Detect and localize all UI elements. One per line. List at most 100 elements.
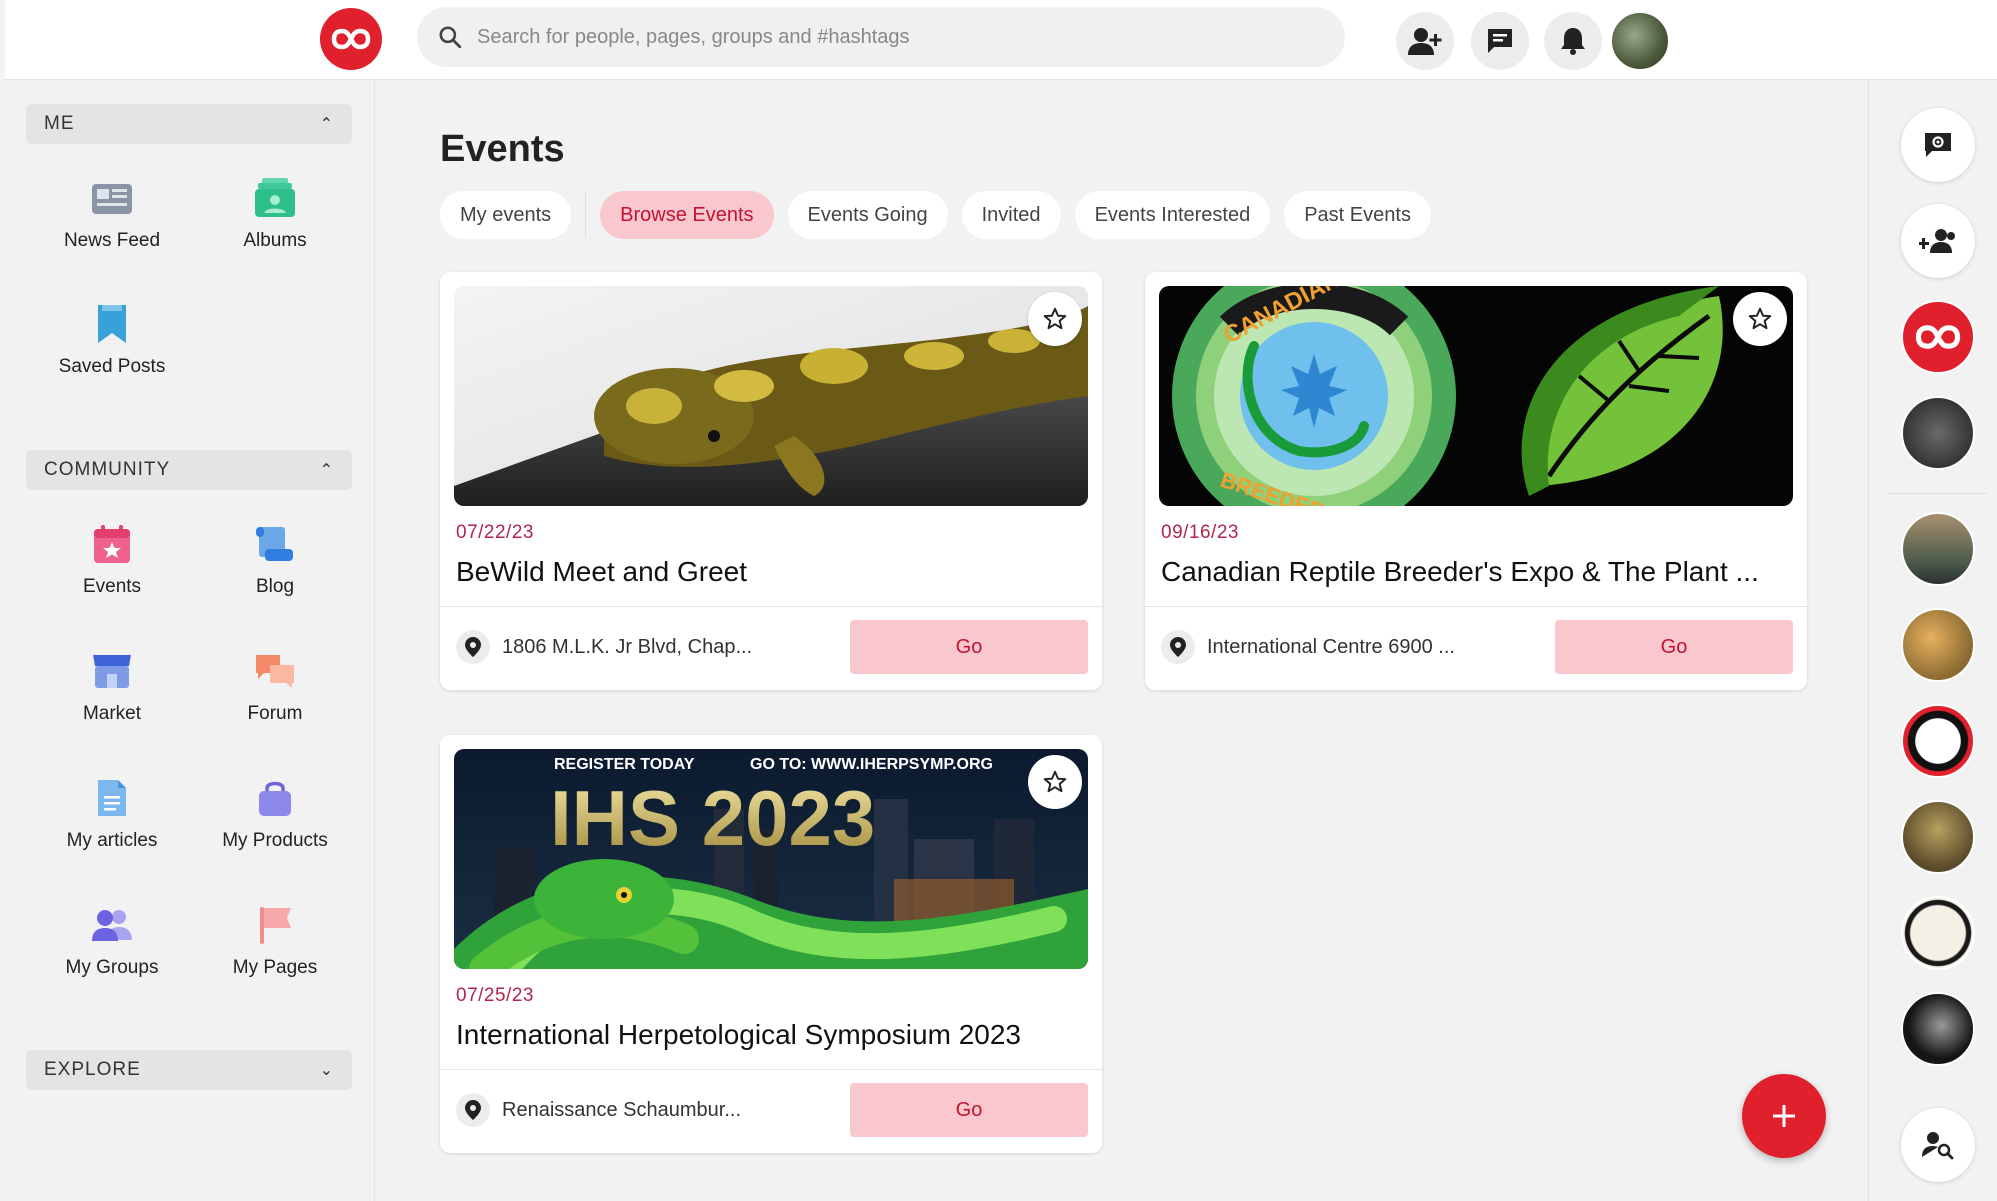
store-icon bbox=[90, 649, 134, 693]
interested-star-button[interactable] bbox=[1028, 755, 1082, 809]
document-icon bbox=[90, 776, 134, 820]
event-title[interactable]: BeWild Meet and Greet bbox=[456, 556, 1096, 588]
contact-avatar[interactable] bbox=[1901, 512, 1975, 586]
contact-avatar[interactable] bbox=[1901, 800, 1975, 874]
section-explore-label: EXPLORE bbox=[44, 1059, 141, 1080]
event-location: International Centre 6900 ... bbox=[1161, 630, 1455, 664]
star-icon bbox=[1748, 307, 1772, 330]
sidebar-item-news-feed[interactable]: News Feed bbox=[32, 176, 192, 252]
event-location-text: 1806 M.L.K. Jr Blvd, Chap... bbox=[502, 635, 753, 658]
group-icon bbox=[90, 903, 134, 947]
add-group-button[interactable] bbox=[1901, 204, 1975, 278]
sidebar-item-saved-posts[interactable]: Saved Posts bbox=[32, 302, 192, 378]
sidebar-item-label: Market bbox=[82, 703, 142, 724]
event-location: 1806 M.L.K. Jr Blvd, Chap... bbox=[456, 630, 752, 664]
event-location: Renaissance Schaumbur... bbox=[456, 1093, 741, 1127]
card-divider bbox=[440, 606, 1102, 607]
tab-invited[interactable]: Invited bbox=[961, 191, 1061, 239]
event-title[interactable]: International Herpetological Symposium 2… bbox=[456, 1019, 1096, 1051]
section-community-header[interactable]: COMMUNITY ⌃ bbox=[26, 450, 352, 490]
interested-star-button[interactable] bbox=[1028, 292, 1082, 346]
event-location-text: International Centre 6900 ... bbox=[1207, 635, 1455, 658]
chevron-up-icon: ⌃ bbox=[319, 116, 334, 133]
event-image[interactable] bbox=[454, 286, 1088, 506]
contact-avatar[interactable] bbox=[1901, 396, 1975, 470]
card-divider bbox=[440, 1069, 1102, 1070]
scroll-icon bbox=[253, 522, 297, 566]
section-explore-header[interactable]: EXPLORE ⌄ bbox=[26, 1050, 352, 1090]
page-title: Events bbox=[440, 128, 565, 170]
bookmark-icon bbox=[90, 302, 134, 346]
sidebar-item-label: My articles bbox=[66, 830, 158, 851]
interested-star-button[interactable] bbox=[1733, 292, 1787, 346]
sidebar-item-market[interactable]: Market bbox=[32, 649, 192, 725]
sidebar-item-blog[interactable]: Blog bbox=[195, 522, 355, 598]
group-add-icon bbox=[1919, 229, 1955, 253]
banner-url-text: GO TO: WWW.IHERPSYMP.ORG bbox=[750, 756, 993, 773]
sidebar-item-my-products[interactable]: My Products bbox=[195, 776, 355, 852]
go-button[interactable]: Go bbox=[1555, 620, 1793, 674]
star-icon bbox=[1043, 307, 1067, 330]
user-avatar[interactable] bbox=[1610, 11, 1670, 71]
tab-browse-events[interactable]: Browse Events bbox=[600, 191, 774, 239]
app-logo[interactable] bbox=[320, 8, 382, 70]
sidebar-item-label: Albums bbox=[243, 230, 307, 251]
section-me-header[interactable]: ME ⌃ bbox=[26, 104, 352, 144]
event-image[interactable]: CANADIAN REPTILE BREEDERS EXPO bbox=[1159, 286, 1793, 506]
sidebar-item-my-pages[interactable]: My Pages bbox=[195, 903, 355, 979]
contact-avatar[interactable] bbox=[1901, 992, 1975, 1066]
event-date: 07/25/23 bbox=[456, 985, 534, 1006]
messages-button[interactable] bbox=[1471, 12, 1529, 70]
event-card[interactable]: 07/22/23 BeWild Meet and Greet 1806 M.L.… bbox=[440, 272, 1102, 690]
event-title[interactable]: Canadian Reptile Breeder's Expo & The Pl… bbox=[1161, 556, 1801, 588]
left-sidebar: ME ⌃ News Feed Albums Saved Posts COMMUN… bbox=[5, 80, 375, 1201]
go-button[interactable]: Go bbox=[850, 620, 1088, 674]
sidebar-item-label: Saved Posts bbox=[58, 356, 166, 377]
plus-icon bbox=[1773, 1105, 1795, 1127]
tab-past-events[interactable]: Past Events bbox=[1284, 191, 1431, 239]
infinity-logo-icon bbox=[331, 28, 371, 50]
section-me-label: ME bbox=[44, 113, 75, 134]
sidebar-item-label: Forum bbox=[247, 703, 303, 724]
chevron-down-icon: ⌄ bbox=[319, 1062, 334, 1079]
create-event-button[interactable] bbox=[1742, 1074, 1826, 1158]
event-card[interactable]: CANADIAN REPTILE BREEDERS EXPO 09/16/23 … bbox=[1145, 272, 1807, 690]
flag-icon bbox=[253, 903, 297, 947]
sidebar-item-my-groups[interactable]: My Groups bbox=[32, 903, 192, 979]
calendar-icon bbox=[90, 522, 134, 566]
sidebar-item-my-articles[interactable]: My articles bbox=[32, 776, 192, 852]
shopping-bag-icon bbox=[253, 776, 297, 820]
event-image[interactable]: REGISTER TODAY GO TO: WWW.IHERPSYMP.ORG … bbox=[454, 749, 1088, 969]
star-icon bbox=[1043, 770, 1067, 793]
location-pin-icon bbox=[456, 630, 490, 664]
contact-avatar[interactable] bbox=[1901, 896, 1975, 970]
chat-bubbles-icon bbox=[253, 649, 297, 693]
infinity-logo-icon bbox=[1915, 325, 1961, 349]
tab-my-events[interactable]: My events bbox=[440, 191, 572, 239]
newspaper-icon bbox=[90, 176, 134, 220]
right-rail bbox=[1868, 80, 1997, 1201]
event-tabs: My events Browse Events Events Going Inv… bbox=[440, 190, 1431, 240]
banner-register-text: REGISTER TODAY bbox=[554, 756, 695, 773]
sidebar-item-forum[interactable]: Forum bbox=[195, 649, 355, 725]
contact-avatar[interactable] bbox=[1901, 300, 1975, 374]
sidebar-item-events[interactable]: Events bbox=[32, 522, 192, 598]
contact-avatar[interactable] bbox=[1901, 608, 1975, 682]
sidebar-item-label: News Feed bbox=[63, 230, 161, 251]
go-button[interactable]: Go bbox=[850, 1083, 1088, 1137]
card-divider bbox=[1145, 606, 1807, 607]
event-date: 09/16/23 bbox=[1161, 522, 1239, 543]
tab-events-interested[interactable]: Events Interested bbox=[1074, 191, 1271, 239]
tab-events-going[interactable]: Events Going bbox=[787, 191, 948, 239]
sidebar-item-albums[interactable]: Albums bbox=[195, 176, 355, 252]
contact-avatar[interactable] bbox=[1901, 704, 1975, 778]
search-input[interactable] bbox=[477, 25, 1297, 49]
find-contact-button[interactable] bbox=[1901, 1108, 1975, 1182]
sidebar-item-label: Events bbox=[82, 576, 142, 597]
chat-settings-button[interactable] bbox=[1901, 108, 1975, 182]
search-bar[interactable] bbox=[417, 7, 1345, 67]
event-card[interactable]: REGISTER TODAY GO TO: WWW.IHERPSYMP.ORG … bbox=[440, 735, 1102, 1153]
add-friend-button[interactable] bbox=[1396, 12, 1454, 70]
notifications-button[interactable] bbox=[1544, 12, 1602, 70]
sidebar-item-label: My Groups bbox=[65, 957, 159, 978]
